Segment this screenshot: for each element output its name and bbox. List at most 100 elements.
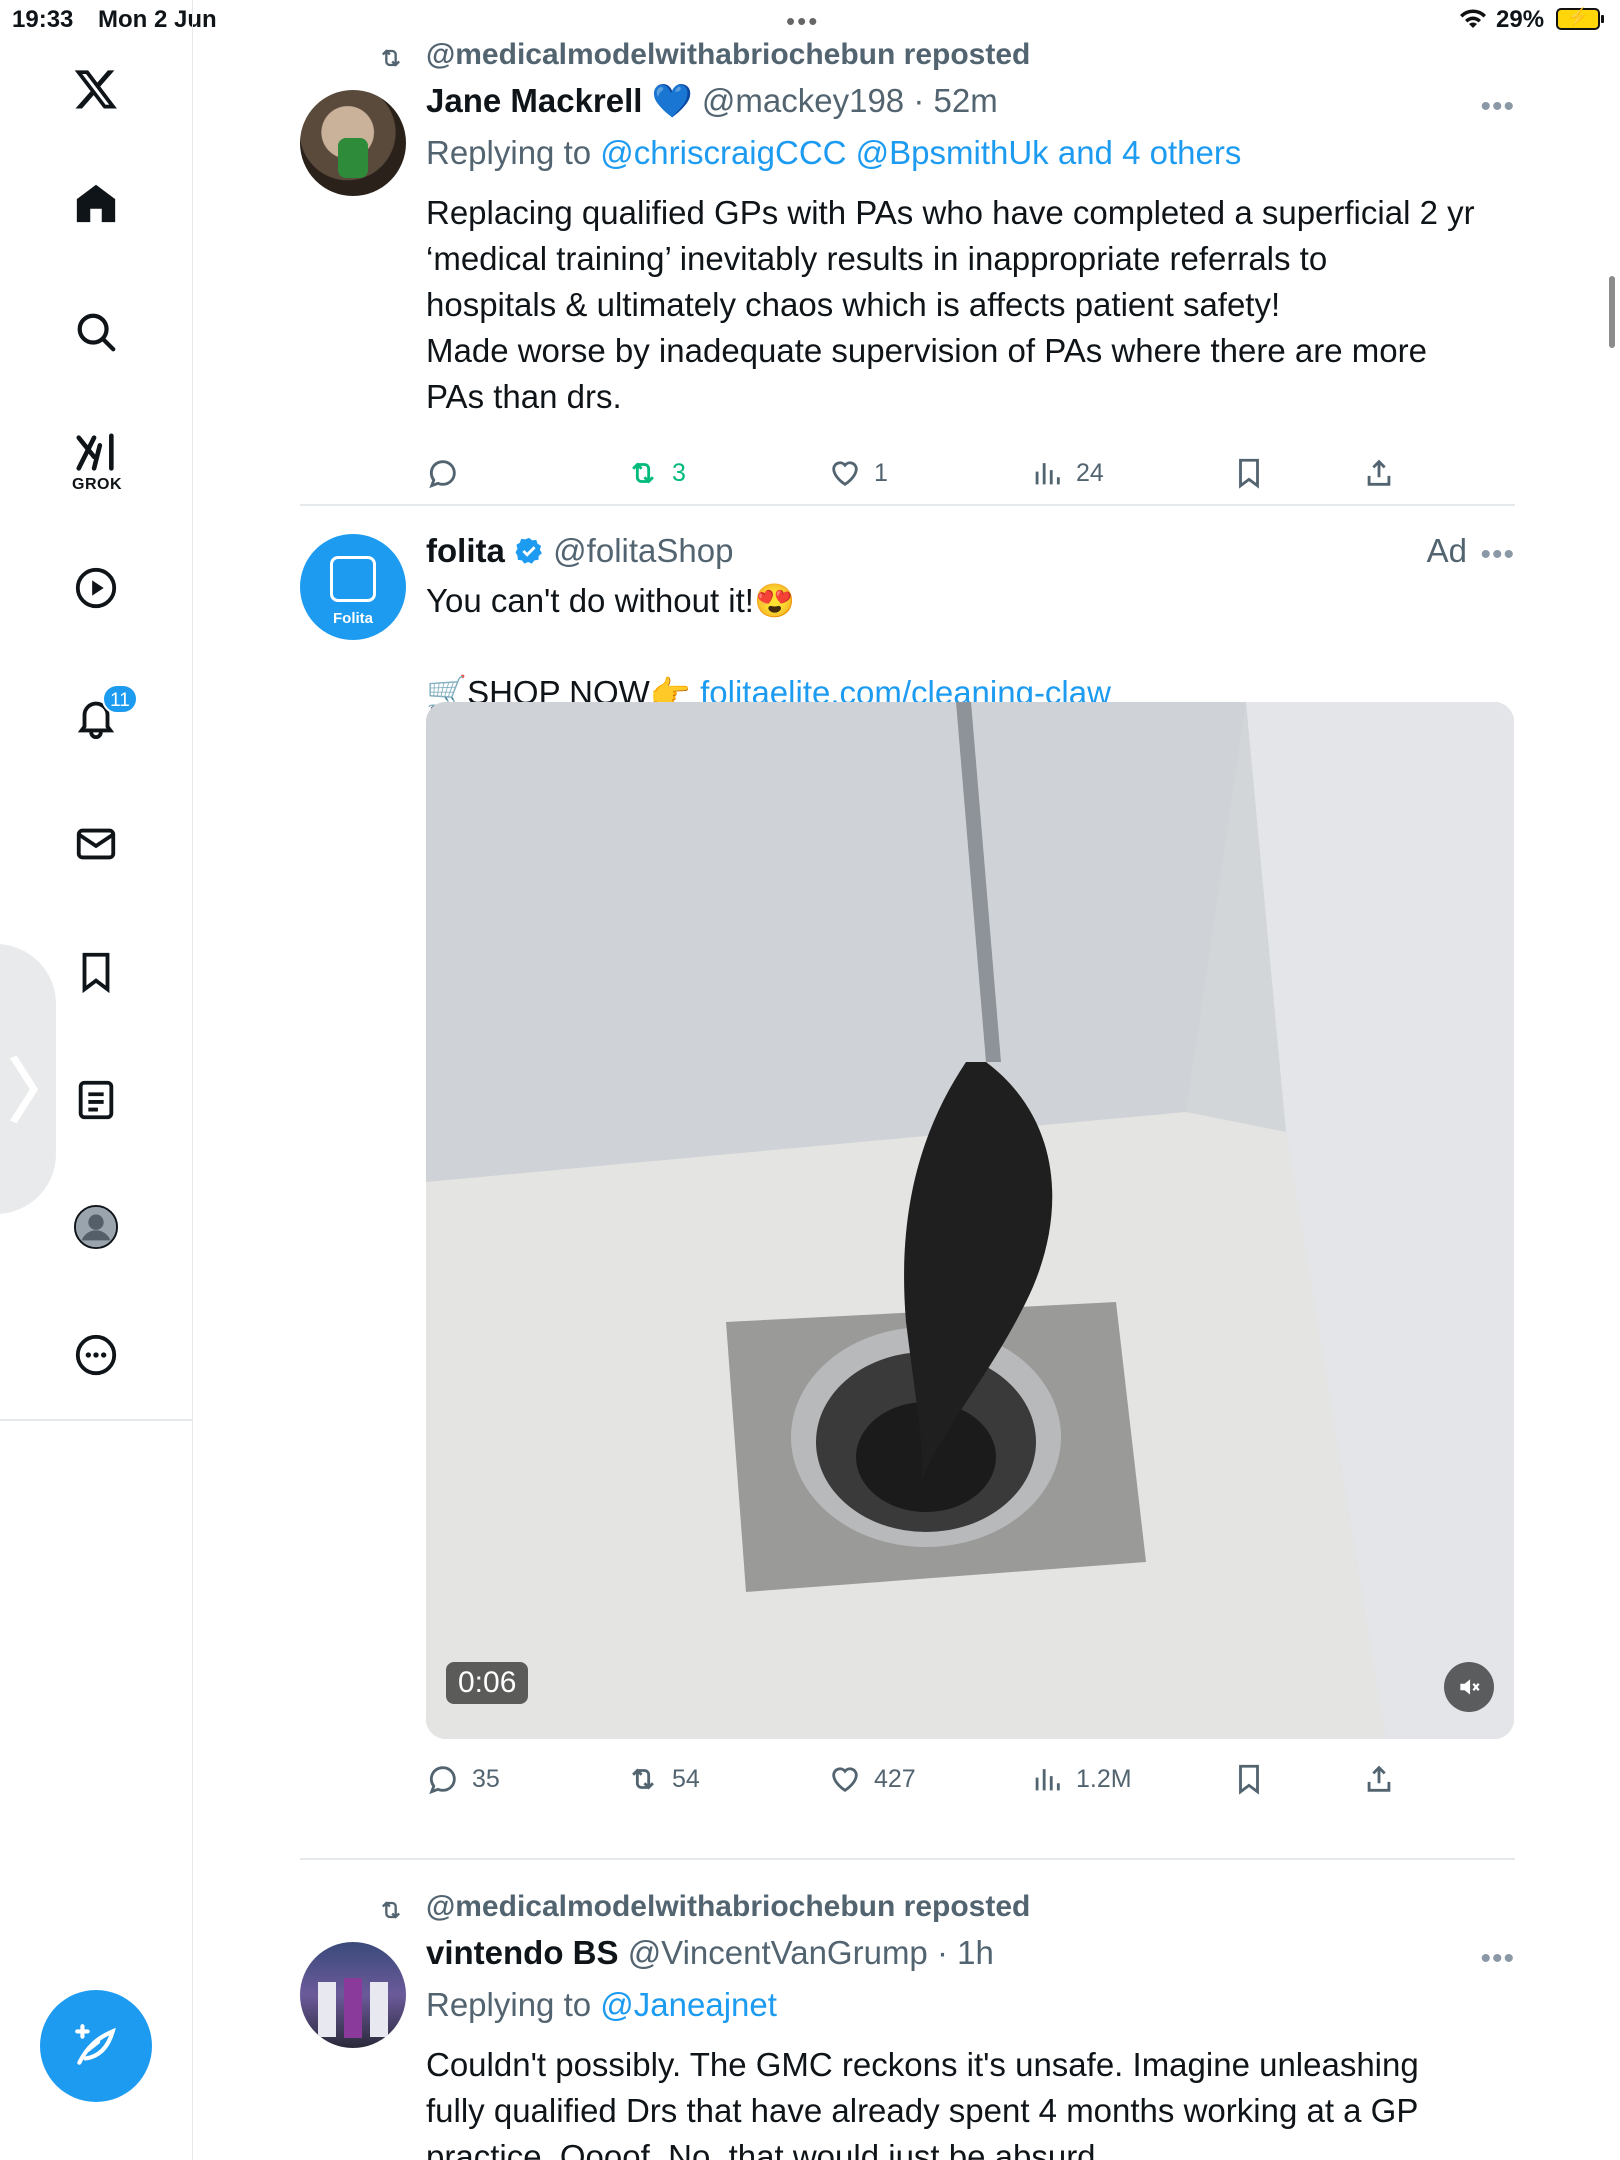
reply-button[interactable]: 35	[426, 1762, 500, 1796]
post-folita-ad[interactable]: Folita folita @folitaShop Ad ••• You can…	[300, 532, 1515, 1832]
video-frame	[426, 702, 1514, 1739]
ad-label: Ad	[1426, 532, 1467, 569]
repost-button[interactable]: 3	[626, 456, 686, 490]
home-icon[interactable]	[59, 166, 133, 240]
video-duration: 0:06	[446, 1662, 529, 1704]
compose-post-button[interactable]	[40, 1990, 152, 2102]
author-handle[interactable]: @mackey198	[702, 82, 904, 119]
share-icon	[1367, 1765, 1391, 1792]
heart-icon	[832, 1767, 858, 1793]
post-more-icon[interactable]: •••	[1480, 1942, 1515, 1976]
video-play-icon[interactable]	[59, 551, 133, 625]
replying-prefix: Replying to	[426, 1986, 592, 2023]
avatar-detail	[370, 1982, 388, 2037]
avatar[interactable]	[300, 90, 406, 196]
views-count: 24	[1076, 458, 1104, 487]
post-jane-mackrell[interactable]: @medicalmodelwithabriochebun reposted Ja…	[300, 38, 1515, 508]
repost-icon	[382, 49, 400, 67]
post-actions: 35 54 427 1.2M	[426, 1762, 1486, 1812]
like-button[interactable]: 1	[828, 456, 888, 490]
like-button[interactable]: 427	[828, 1762, 916, 1796]
post-text-line: Couldn't possibly. The GMC reckons it's …	[426, 2046, 1419, 2083]
search-icon[interactable]	[59, 295, 133, 369]
x-logo-icon[interactable]	[59, 52, 133, 126]
folita-bag-icon	[330, 556, 376, 602]
share-button[interactable]	[1362, 456, 1396, 490]
repost-icon	[632, 1768, 654, 1790]
repost-button[interactable]: 54	[626, 1762, 700, 1796]
repost-attribution[interactable]: @medicalmodelwithabriochebun reposted	[426, 1890, 1030, 1924]
post-divider	[300, 504, 1515, 506]
author-handle[interactable]: @folitaShop	[553, 532, 733, 569]
post-text-line: ‘medical training’ inevitably results in…	[426, 240, 1328, 277]
bookmark-icon	[1239, 458, 1259, 489]
video-player[interactable]: 0:06	[426, 702, 1514, 1739]
profile-avatar-icon[interactable]	[59, 1190, 133, 1264]
multitask-dots-icon[interactable]: •••	[786, 6, 819, 37]
post-actions: 3 1 24	[426, 456, 1486, 506]
post-text-line: fully qualified Drs that have already sp…	[426, 2092, 1419, 2129]
post-text: Couldn't possibly. The GMC reckons it's …	[426, 2042, 1515, 2160]
messages-envelope-icon[interactable]	[59, 807, 133, 881]
author-name[interactable]: folita	[426, 532, 505, 569]
grok-label: GROK	[72, 476, 122, 493]
views-count: 1.2M	[1076, 1764, 1132, 1793]
post-text-line: PAs than drs.	[426, 378, 622, 415]
post-text-line: practice. Oooof. No, that would just be …	[426, 2138, 1105, 2160]
bookmark-button[interactable]	[1232, 1762, 1266, 1796]
repost-count: 3	[672, 458, 686, 487]
status-bar: 19:33 Mon 2 Jun ••• 29% ⚡	[0, 0, 1620, 40]
views-button[interactable]: 24	[1030, 456, 1104, 490]
reply-count: 35	[472, 1764, 500, 1793]
battery-percent: 29%	[1496, 6, 1545, 33]
repost-count: 54	[672, 1764, 700, 1793]
post-text: You can't do without it!😍	[426, 578, 1516, 624]
bookmark-icon	[1239, 1764, 1259, 1795]
sidebar: GROK 11 〉	[0, 0, 193, 2160]
views-chart-icon	[1035, 463, 1060, 485]
replying-mentions[interactable]: @chriscraigCCC @BpsmithUk and 4 others	[600, 134, 1241, 171]
avatar-detail	[338, 138, 368, 178]
like-count: 1	[874, 458, 888, 487]
repost-icon	[382, 1901, 400, 1919]
chevron-right-icon: 〉	[8, 1053, 78, 1131]
author-name[interactable]: vintendo BS	[426, 1934, 619, 1971]
more-options-icon[interactable]	[59, 1318, 133, 1392]
author-name[interactable]: Jane Mackrell	[426, 82, 642, 119]
post-vintendo-bs[interactable]: @medicalmodelwithabriochebun reposted vi…	[300, 1890, 1515, 2160]
mute-icon[interactable]	[1444, 1662, 1494, 1712]
drawer-handle[interactable]: 〉	[0, 944, 78, 1214]
wifi-icon	[1458, 6, 1488, 37]
compose-feather-icon	[75, 2024, 116, 2065]
replying-mentions[interactable]: @Janeajnet	[600, 1986, 777, 2023]
share-button[interactable]	[1362, 1762, 1396, 1796]
bookmarks-icon[interactable]	[59, 935, 133, 1009]
post-header: Jane Mackrell 💙 @mackey198 · 52m	[426, 82, 998, 121]
share-icon	[1367, 459, 1391, 486]
avatar-label: Folita	[333, 610, 373, 627]
post-text-line: Replacing qualified GPs with PAs who hav…	[426, 194, 1475, 231]
post-divider	[300, 1858, 1515, 1860]
post-more-icon[interactable]: •••	[1480, 538, 1515, 572]
battery-icon: ⚡	[1556, 7, 1604, 30]
avatar-detail	[344, 1978, 362, 2038]
replying-to: Replying to @chriscraigCCC @BpsmithUk an…	[426, 134, 1241, 172]
post-time: · 1h	[936, 1934, 994, 1971]
verified-badge-icon	[515, 537, 542, 564]
repost-attribution[interactable]: @medicalmodelwithabriochebun reposted	[426, 38, 1030, 72]
views-button[interactable]: 1.2M	[1030, 1762, 1132, 1796]
author-handle[interactable]: @VincentVanGrump	[628, 1934, 928, 1971]
post-more-icon[interactable]: •••	[1480, 90, 1515, 124]
avatar[interactable]	[300, 1942, 406, 2048]
avatar[interactable]: Folita	[300, 534, 406, 640]
repost-icon	[632, 462, 654, 484]
reply-button[interactable]	[426, 456, 460, 490]
avatar-detail	[318, 1982, 336, 2037]
post-text-line: You can't do without it!😍	[426, 582, 796, 619]
replying-prefix: Replying to	[426, 134, 592, 171]
scrollbar[interactable]	[1609, 276, 1615, 348]
bookmark-button[interactable]	[1232, 456, 1266, 490]
reply-icon	[429, 460, 456, 489]
post-time: · 52m	[913, 82, 998, 119]
post-text-line: hospitals & ultimately chaos which is af…	[426, 286, 1281, 323]
